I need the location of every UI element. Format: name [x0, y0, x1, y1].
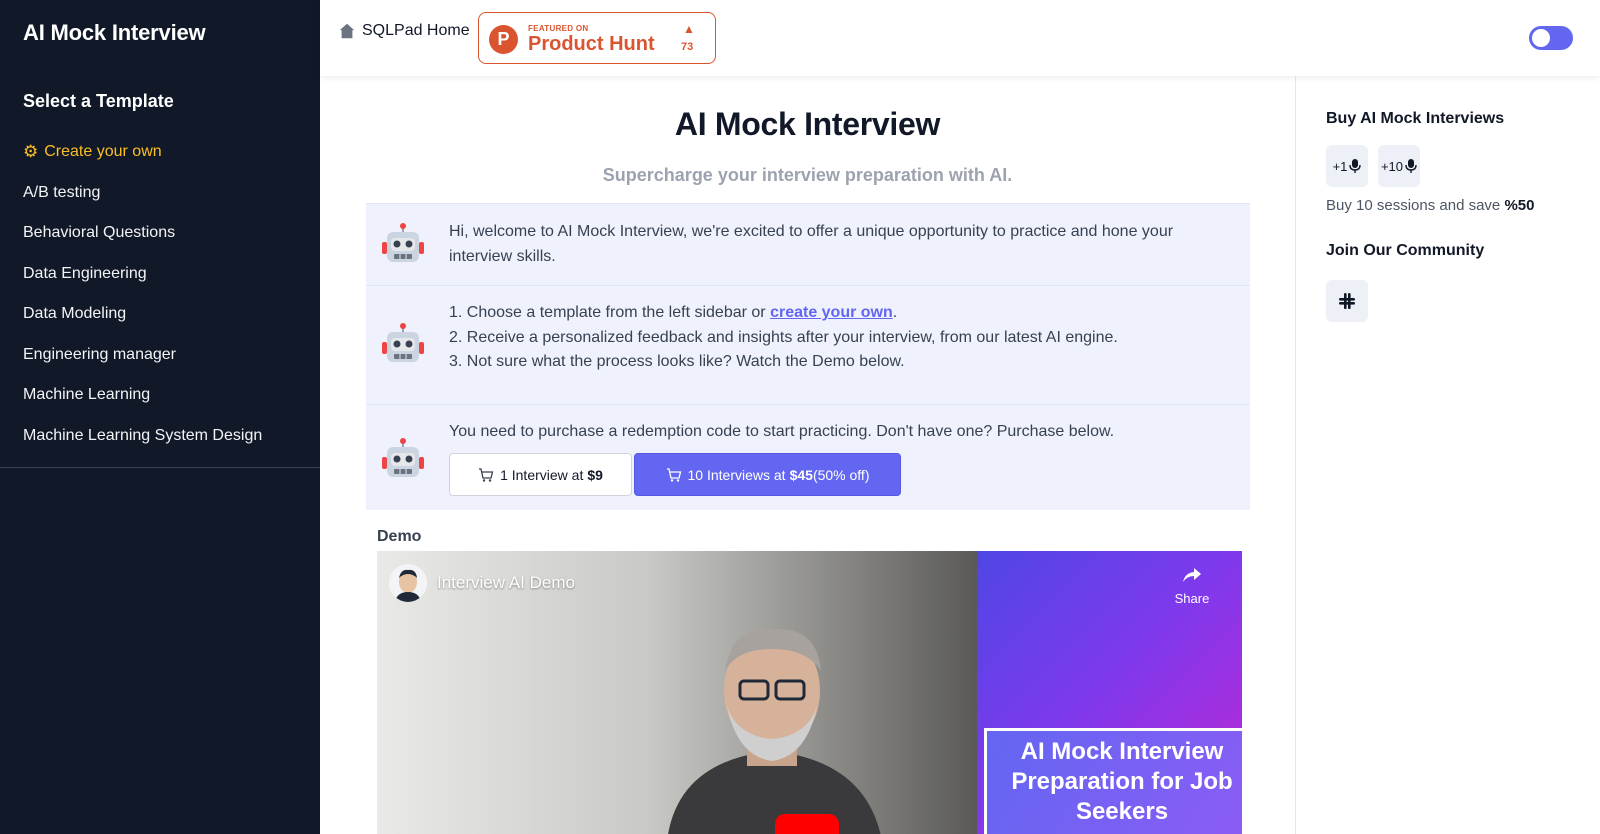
robot-icon — [382, 438, 424, 477]
main-content: AI Mock Interview Supercharge your inter… — [320, 76, 1295, 834]
instructions-text: 1. Choose a template from the left sideb… — [449, 301, 1230, 375]
gear-icon: ⚙ — [23, 142, 39, 162]
page-subtitle: Supercharge your interview preparation w… — [602, 165, 1013, 185]
presenter-image — [668, 628, 881, 834]
theme-toggle[interactable] — [1529, 26, 1573, 50]
avatar-image — [389, 564, 427, 602]
video-title[interactable]: Interview AI Demo — [437, 573, 575, 593]
microphone-icon — [1349, 159, 1362, 173]
sidebar-item-ab-testing[interactable]: A/B testing — [0, 173, 320, 214]
chat-message-purchase: You need to purchase a redemption code t… — [366, 404, 1250, 510]
upvote-icon: ▲ — [683, 22, 695, 36]
purchase-text: You need to purchase a redemption code t… — [449, 423, 1115, 440]
buy-plus-1-button[interactable]: +1 — [1326, 145, 1368, 187]
robot-icon — [382, 223, 424, 262]
buy-10-label: 10 Interviews at — [687, 466, 786, 483]
microphone-icon — [1405, 159, 1417, 173]
template-heading: Select a Template — [23, 91, 174, 111]
sidebar-item-engineering-manager[interactable]: Engineering manager — [0, 335, 320, 376]
buy-1-interview-button[interactable]: 1 Interview at $9 — [449, 453, 632, 496]
share-label: Share — [1174, 591, 1210, 606]
share-button[interactable]: Share — [1167, 563, 1217, 606]
sidebar-item-ml-system-design[interactable]: Machine Learning System Design — [0, 416, 320, 457]
product-hunt-logo: P — [489, 25, 518, 54]
step-1-text: 1. Choose a template from the left sideb… — [449, 304, 771, 321]
cart-icon — [666, 467, 681, 482]
share-icon — [1183, 568, 1201, 582]
product-hunt-name: Product Hunt — [528, 33, 655, 55]
sidebar-item-machine-learning[interactable]: Machine Learning — [0, 375, 320, 416]
slack-button[interactable] — [1326, 280, 1368, 322]
plus-10-label: +10 — [1380, 158, 1404, 174]
buy-1-price: $9 — [587, 466, 603, 483]
sidebar-divider — [0, 467, 320, 468]
buy-interviews-heading: Buy AI Mock Interviews — [1326, 110, 1505, 127]
channel-avatar[interactable] — [389, 564, 427, 602]
right-panel: Buy AI Mock Interviews +1 +10 Buy 10 ses… — [1296, 76, 1600, 834]
toggle-knob — [1532, 29, 1550, 47]
title-card-line-2: Preparation for Job — [1011, 768, 1233, 795]
sidebar-item-label: Data Modeling — [23, 305, 127, 323]
buy-10-interviews-button[interactable]: 10 Interviews at $45 (50% off) — [634, 453, 901, 496]
buy-10-discount: (50% off) — [812, 466, 870, 483]
welcome-text: Hi, welcome to AI Mock Interview, we're … — [449, 223, 1174, 265]
template-list: ⚙ Create your own A/B testing Behavioral… — [0, 132, 320, 456]
buy-1-label: 1 Interview at — [500, 466, 584, 483]
product-hunt-badge[interactable]: P FEATURED ON Product Hunt ▲ 73 — [478, 12, 716, 64]
step-1-suffix: . — [892, 304, 898, 321]
chat-message-welcome: Hi, welcome to AI Mock Interview, we're … — [366, 203, 1250, 285]
page-title: AI Mock Interview — [674, 106, 941, 142]
home-icon — [339, 23, 355, 39]
product-hunt-featured: FEATURED ON — [528, 24, 589, 33]
top-bar: SQLPad Home P FEATURED ON Product Hunt ▲… — [320, 0, 1600, 76]
video-title-card: AI Mock Interview Preparation for Job Se… — [984, 728, 1242, 834]
create-your-own-link[interactable]: create your own — [770, 304, 893, 321]
demo-label: Demo — [377, 528, 422, 545]
sidebar-item-label: A/B testing — [23, 183, 101, 201]
save-offer-text: Buy 10 sessions and save %50 — [1326, 197, 1534, 214]
sidebar-item-label: Engineering manager — [23, 345, 176, 363]
title-card-line-1: AI Mock Interview — [1020, 738, 1224, 765]
home-link[interactable]: SQLPad Home — [338, 22, 470, 40]
buy-plus-10-button[interactable]: +10 — [1378, 145, 1420, 187]
robot-icon — [382, 323, 424, 362]
sidebar-item-label: Machine Learning System Design — [23, 426, 263, 444]
instruction-step-3: 3. Not sure what the process looks like?… — [449, 353, 905, 370]
save-offer-label: Buy 10 sessions and save — [1326, 197, 1501, 214]
buy-10-price: $45 — [789, 466, 813, 483]
play-button[interactable] — [775, 814, 839, 834]
sidebar-item-data-modeling[interactable]: Data Modeling — [0, 294, 320, 335]
chat-message-instructions: 1. Choose a template from the left sideb… — [366, 285, 1250, 404]
home-link-label: SQLPad Home — [362, 22, 470, 39]
instruction-step-1: 1. Choose a template from the left sideb… — [449, 301, 1230, 326]
sidebar: AI Mock Interview Select a Template ⚙ Cr… — [0, 0, 320, 834]
upvote-count: 73 — [681, 41, 694, 53]
sidebar-item-behavioral-questions[interactable]: Behavioral Questions — [0, 213, 320, 254]
instruction-step-2: 2. Receive a personalized feedback and i… — [449, 328, 1118, 346]
community-heading: Join Our Community — [1326, 242, 1485, 259]
sidebar-title: AI Mock Interview — [23, 20, 206, 45]
save-offer-value: %50 — [1504, 197, 1535, 214]
cart-icon — [479, 467, 494, 482]
sidebar-item-data-engineering[interactable]: Data Engineering — [0, 254, 320, 295]
sidebar-item-label: Create your own — [44, 143, 162, 161]
sidebar-item-label: Data Engineering — [23, 264, 147, 282]
plus-1-label: +1 — [1332, 158, 1348, 174]
demo-video-player[interactable]: AI Mock Interview Preparation for Job Se… — [377, 551, 1242, 834]
sidebar-item-create-your-own[interactable]: ⚙ Create your own — [0, 132, 320, 173]
sidebar-item-label: Machine Learning — [23, 386, 151, 404]
sidebar-item-label: Behavioral Questions — [23, 224, 176, 242]
title-card-line-3: Seekers — [1075, 798, 1169, 825]
slack-icon — [1339, 293, 1355, 309]
